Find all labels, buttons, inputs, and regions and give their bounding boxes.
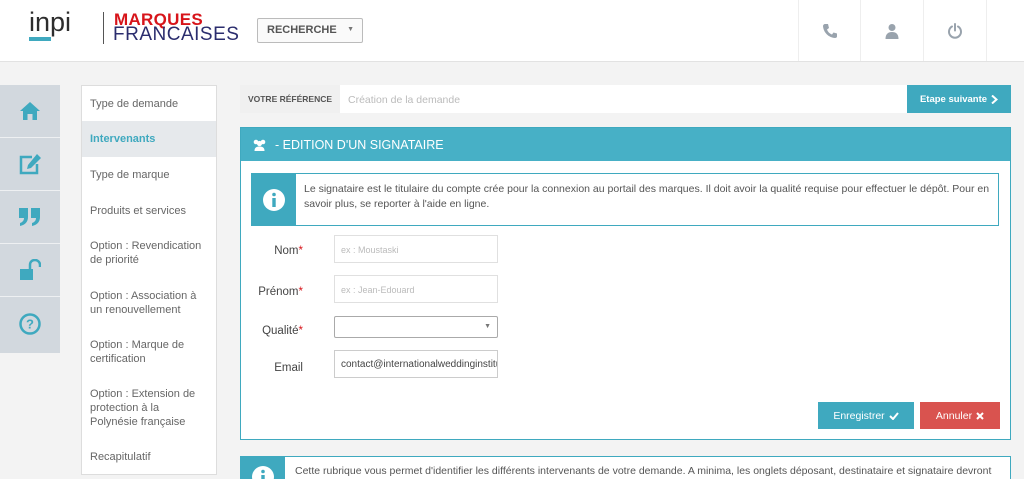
panel-header: - EDITION D'UN SIGNATAIRE xyxy=(241,128,1010,161)
menu-item-recapitulatif[interactable]: Recapitulatif xyxy=(82,450,216,464)
qualite-select[interactable]: ▼ xyxy=(334,316,498,338)
phone-icon xyxy=(822,23,837,38)
cancel-button[interactable]: Annuler xyxy=(920,402,1000,429)
required-mark: * xyxy=(298,245,303,257)
qualite-label-text: Qualité xyxy=(262,325,299,337)
reference-input[interactable]: Création de la demande xyxy=(348,94,460,106)
nav-help-button[interactable]: ? xyxy=(0,297,60,350)
menu-item-produits-services[interactable]: Produits et services xyxy=(82,204,216,218)
menu-item-revendication-priorite[interactable]: Option : Revendication de priorité xyxy=(82,239,216,267)
email-label: Email xyxy=(274,362,303,374)
edit-icon xyxy=(19,154,41,175)
nav-quote-button[interactable] xyxy=(0,191,60,244)
logo-divider xyxy=(103,12,104,44)
reference-bar: VOTRE RÉFÉRENCE Création de la demande E… xyxy=(240,85,1011,113)
left-icon-nav: ? xyxy=(0,85,60,353)
nav-edit-button[interactable] xyxy=(0,138,60,191)
menu-item-label: Recapitulatif xyxy=(90,451,151,463)
header-divider xyxy=(986,0,987,61)
save-button[interactable]: Enregistrer xyxy=(818,402,914,429)
required-mark: * xyxy=(298,286,303,298)
info-text: Le signataire est le titulaire du compte… xyxy=(304,183,990,210)
menu-item-label: Option : Association à un renouvellement xyxy=(90,290,197,316)
menu-item-label: Intervenants xyxy=(90,133,156,145)
nom-label-text: Nom xyxy=(274,245,299,257)
users-icon xyxy=(253,139,266,151)
check-icon xyxy=(888,411,899,420)
steps-menu: Type de demande Intervenants Type de mar… xyxy=(81,85,217,475)
logo-text: inpi xyxy=(29,7,71,37)
help-icon: ? xyxy=(19,312,41,335)
chevron-right-icon xyxy=(991,94,999,104)
menu-item-type-marque[interactable]: Type de marque xyxy=(82,168,216,182)
top-header: inpi MARQUES FRANCAISES RECHERCHE ▼ xyxy=(0,0,1024,62)
prenom-input[interactable]: ex : Jean-Edouard xyxy=(334,275,498,303)
account-button[interactable] xyxy=(860,0,922,61)
menu-item-extension-polynesie[interactable]: Option : Extension de protection à la Po… xyxy=(82,387,216,429)
nav-home-button[interactable] xyxy=(0,85,60,138)
save-label: Enregistrer xyxy=(833,409,885,422)
menu-item-label: Type de marque xyxy=(90,169,170,181)
brand-line2: FRANCAISES xyxy=(113,24,240,45)
home-icon xyxy=(20,102,40,120)
menu-item-association-renouvellement[interactable]: Option : Association à un renouvellement xyxy=(82,289,216,317)
menu-item-label: Type de demande xyxy=(90,98,179,110)
close-icon xyxy=(976,411,984,420)
chevron-down-icon: ▼ xyxy=(484,323,491,330)
required-mark: * xyxy=(298,325,303,337)
menu-item-intervenants[interactable]: Intervenants xyxy=(82,121,216,157)
email-input[interactable]: contact@internationalweddinginstitute xyxy=(334,350,498,378)
quote-icon xyxy=(19,208,40,226)
info-icon-box xyxy=(252,174,296,225)
signataire-panel: - EDITION D'UN SIGNATAIRE Le signataire … xyxy=(240,127,1011,440)
nav-unlock-button[interactable] xyxy=(0,244,60,297)
menu-item-label: Produits et services xyxy=(90,205,186,217)
svg-text:?: ? xyxy=(26,316,34,331)
next-step-button[interactable]: Etape suivante xyxy=(907,85,1011,113)
info-icon xyxy=(252,466,274,479)
signataire-info-box: Le signataire est le titulaire du compte… xyxy=(251,173,999,226)
panel-title: - EDITION D'UN SIGNATAIRE xyxy=(275,137,444,152)
prenom-label-text: Prénom xyxy=(258,286,299,298)
intervenants-info-box: Cette rubrique vous permet d'identifier … xyxy=(240,456,1011,479)
nom-input[interactable]: ex : Moustaski xyxy=(334,235,498,263)
info-icon-box xyxy=(241,457,285,479)
user-icon xyxy=(885,23,898,39)
inpi-logo[interactable]: inpi xyxy=(29,7,87,45)
power-icon xyxy=(947,22,962,39)
menu-item-label: Option : Marque de certification xyxy=(90,339,185,365)
chevron-down-icon: ▼ xyxy=(347,26,354,33)
phone-button[interactable] xyxy=(798,0,860,61)
search-select[interactable]: RECHERCHE ▼ xyxy=(257,18,363,43)
menu-item-type-demande[interactable]: Type de demande xyxy=(82,97,216,111)
nom-label: Nom* xyxy=(243,245,303,257)
menu-item-label: Option : Revendication de priorité xyxy=(90,240,202,266)
info-text: Cette rubrique vous permet d'identifier … xyxy=(295,465,992,477)
menu-item-marque-certification[interactable]: Option : Marque de certification xyxy=(82,338,216,366)
qualite-label: Qualité* xyxy=(243,325,303,337)
search-select-value: RECHERCHE xyxy=(267,24,337,36)
next-step-label: Etape suivante xyxy=(919,93,988,105)
cancel-label: Annuler xyxy=(935,409,973,422)
prenom-label: Prénom* xyxy=(243,286,303,298)
unlock-icon xyxy=(20,259,41,280)
logout-button[interactable] xyxy=(923,0,985,61)
reference-label: VOTRE RÉFÉRENCE xyxy=(240,85,340,113)
info-icon xyxy=(263,188,285,211)
menu-item-label: Option : Extension de protection à la Po… xyxy=(90,388,196,428)
